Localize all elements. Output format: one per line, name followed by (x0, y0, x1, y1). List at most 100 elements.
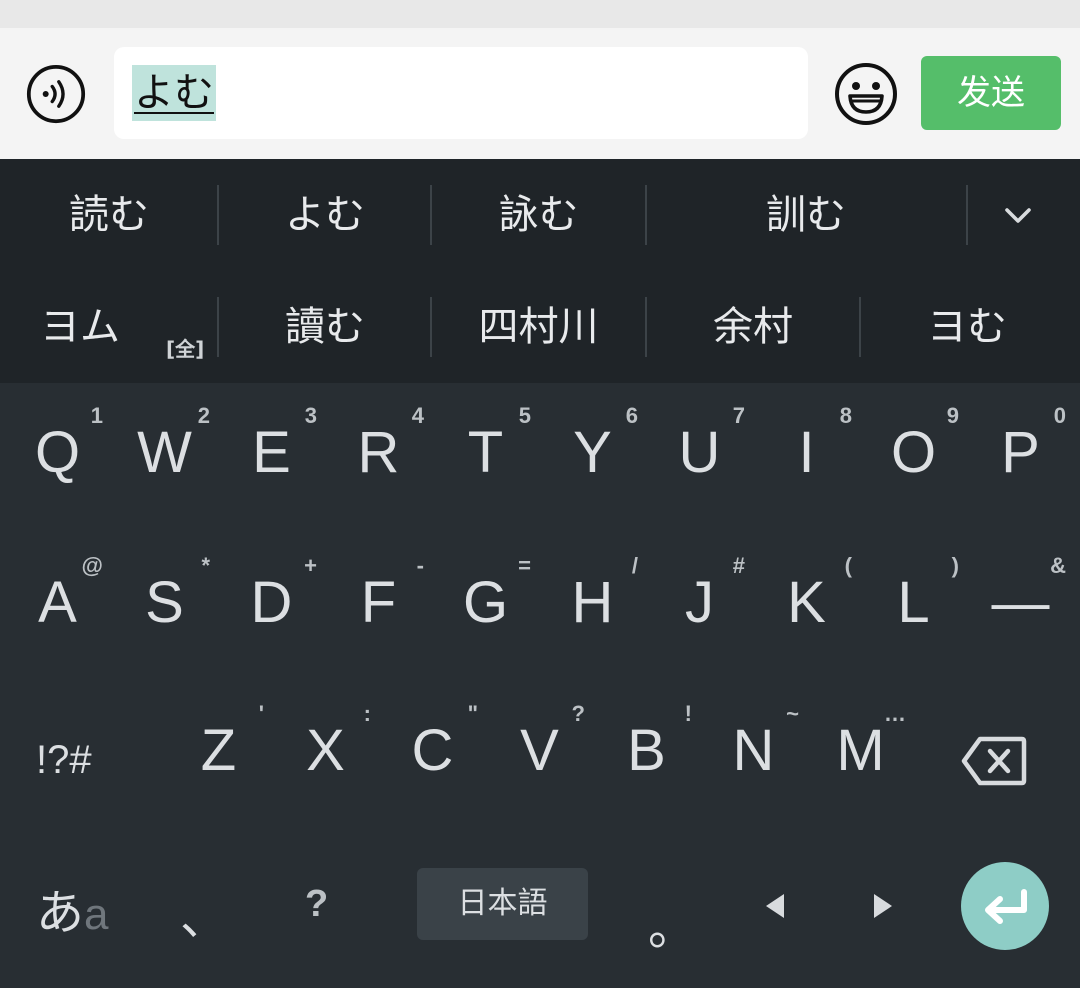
key-hint: ! (684, 701, 692, 726)
key-hint: # (732, 553, 745, 578)
divider (966, 185, 968, 245)
key-p[interactable]: P0 (967, 383, 1074, 523)
key-hint: 1 (90, 403, 103, 428)
key-long-dash[interactable]: — & (967, 533, 1074, 673)
key-label: Z (200, 718, 237, 783)
key-q[interactable]: Q1 (4, 383, 111, 523)
candidate-row-1: 読む よむ 詠む 訓む (0, 159, 1080, 271)
chevron-down-icon[interactable] (1000, 197, 1036, 233)
key-m[interactable]: M… (807, 681, 914, 821)
key-label: M (836, 718, 885, 783)
space-key[interactable]: 日本語 (417, 868, 588, 940)
key-label: U (678, 420, 721, 485)
key-hint: 0 (1053, 403, 1066, 428)
key-label: K (787, 570, 826, 635)
key-hint: … (884, 701, 906, 726)
key-label: G (462, 570, 509, 635)
key-r[interactable]: R4 (325, 383, 432, 523)
key-label: Q (34, 420, 81, 485)
candidate-area: 読む よむ 詠む 訓む ヨム [全] 讀む 四村川 余村 ヨむ (0, 159, 1080, 383)
key-hint: @ (81, 553, 103, 578)
key-hint: ~ (786, 701, 799, 726)
candidate[interactable]: よむ (219, 159, 431, 271)
key-label: O (890, 420, 937, 485)
candidate[interactable]: 余村 (647, 271, 859, 383)
comma-key[interactable]: 、 (180, 878, 228, 948)
key-b[interactable]: B! (593, 681, 700, 821)
key-n[interactable]: N ~ (700, 681, 807, 821)
enter-icon (985, 889, 1027, 924)
candidate[interactable]: 読む (0, 159, 218, 271)
keyboard: Q1 W2 E3 R4 T5 Y6 U7 I8 O9 P0 A @ S * D + F… (0, 383, 1080, 988)
key-f[interactable]: F- (325, 533, 432, 673)
key-hint: 5 (518, 403, 531, 428)
enter-button[interactable] (961, 862, 1049, 950)
key-label: A (38, 570, 77, 635)
candidate[interactable]: 讀む (219, 271, 431, 383)
key-hint: 6 (625, 403, 638, 428)
key-hint: : (363, 701, 371, 726)
symbols-key[interactable]: !?# (36, 738, 136, 783)
key-hint: " (467, 701, 478, 726)
key-label: P (1001, 420, 1040, 485)
emoji-icon[interactable] (834, 62, 898, 126)
candidate-row-2: ヨム [全] 讀む 四村川 余村 ヨむ (0, 271, 1080, 383)
key-hint: ( (844, 553, 852, 578)
key-label: N (732, 718, 775, 783)
backspace-icon[interactable] (960, 733, 1028, 789)
key-e[interactable]: E3 (218, 383, 325, 523)
alpha-mode-label: a (84, 890, 109, 939)
key-y[interactable]: Y6 (539, 383, 646, 523)
key-hint: / (631, 553, 638, 578)
input-bar: よむ 发送 (0, 28, 1080, 159)
key-hint: ' (258, 701, 264, 726)
key-label: W (137, 420, 192, 485)
key-d[interactable]: D + (218, 533, 325, 673)
key-i[interactable]: I8 (753, 383, 860, 523)
period-key[interactable]: 。 (648, 888, 696, 958)
key-hint: - (416, 553, 424, 578)
right-arrow-icon[interactable] (870, 891, 896, 921)
key-w[interactable]: W2 (111, 383, 218, 523)
key-hint: 9 (946, 403, 959, 428)
candidate[interactable]: ヨむ (861, 271, 1073, 383)
key-label: E (252, 420, 291, 485)
key-h[interactable]: H / (539, 533, 646, 673)
key-u[interactable]: U7 (646, 383, 753, 523)
question-key[interactable]: ? (305, 883, 328, 926)
key-label: H (571, 570, 614, 635)
left-arrow-icon[interactable] (762, 891, 788, 921)
key-label: X (306, 718, 345, 783)
key-g[interactable]: G = (432, 533, 539, 673)
candidate[interactable]: 訓む (647, 159, 965, 271)
key-z[interactable]: Z ' (165, 681, 272, 821)
key-k[interactable]: K( (753, 533, 860, 673)
key-label: C (411, 718, 454, 783)
candidate[interactable]: 四村川 (432, 271, 645, 383)
key-t[interactable]: T5 (432, 383, 539, 523)
key-label: R (357, 420, 400, 485)
voice-icon[interactable] (26, 64, 86, 124)
key-x[interactable]: X: (272, 681, 379, 821)
key-o[interactable]: O9 (860, 383, 967, 523)
key-c[interactable]: C " (379, 681, 486, 821)
mode-key[interactable]: あa (36, 873, 109, 941)
key-l[interactable]: L) (860, 533, 967, 673)
composing-text: よむ (132, 65, 216, 121)
key-hint: ? (571, 701, 585, 726)
message-input[interactable]: よむ (114, 47, 808, 139)
key-j[interactable]: J # (646, 533, 753, 673)
candidate[interactable]: 詠む (432, 159, 645, 271)
key-label: T (467, 420, 504, 485)
key-hint: 7 (732, 403, 745, 428)
key-a[interactable]: A @ (4, 533, 111, 673)
candidate[interactable]: ヨム (0, 271, 160, 383)
key-hint: 3 (304, 403, 317, 428)
key-label: L (897, 570, 930, 635)
key-label: J (685, 570, 714, 635)
send-button[interactable]: 发送 (921, 56, 1061, 130)
key-label: V (520, 718, 559, 783)
key-v[interactable]: V? (486, 681, 593, 821)
key-hint: 4 (411, 403, 424, 428)
key-s[interactable]: S * (111, 533, 218, 673)
